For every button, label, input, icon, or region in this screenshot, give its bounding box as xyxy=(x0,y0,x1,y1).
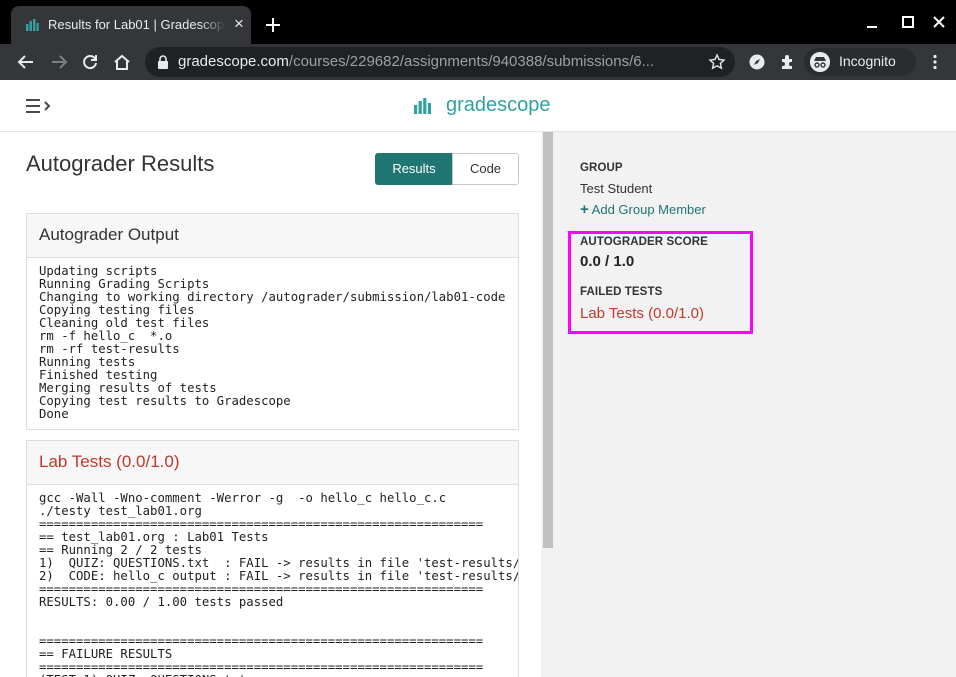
browser-tab[interactable]: Results for Lab01 | Gradescope × xyxy=(11,6,251,44)
gradescope-logo-text[interactable]: gradescope xyxy=(446,94,551,117)
extensions-puzzle-icon[interactable] xyxy=(779,53,797,71)
gradescope-logo-icon[interactable] xyxy=(413,96,433,114)
extension-compass-icon[interactable] xyxy=(748,53,766,71)
submission-sidebar: GROUP Test Student + Add Group Member AU… xyxy=(555,132,956,677)
url-text: gradescope.com/courses/229682/assignment… xyxy=(178,53,698,72)
autograder-output-log: Updating scripts Running Grading Scripts… xyxy=(39,264,506,421)
plus-icon: + xyxy=(580,201,589,218)
autograder-output-title: Autograder Output xyxy=(27,214,518,258)
incognito-badge[interactable]: Incognito xyxy=(804,48,916,76)
main-scrollbar-thumb[interactable] xyxy=(543,132,553,548)
lock-icon[interactable] xyxy=(157,54,169,70)
close-window-icon[interactable] xyxy=(929,12,949,32)
browser-tabstrip: Results for Lab01 | Gradescope × xyxy=(0,0,956,44)
lab-tests-log: gcc -Wall -Wno-comment -Werror -g -o hel… xyxy=(39,491,518,677)
menu-toggle-icon[interactable] xyxy=(25,97,53,115)
incognito-label: Incognito xyxy=(839,53,896,69)
score-highlight-box xyxy=(568,231,753,334)
tab-title: Results for Lab01 | Gradescope xyxy=(48,17,226,32)
group-label: GROUP xyxy=(580,162,623,174)
incognito-icon xyxy=(810,52,830,72)
lab-tests-title: Lab Tests (0.0/1.0) xyxy=(27,441,518,485)
gradescope-favicon-icon xyxy=(26,19,39,31)
new-tab-icon[interactable] xyxy=(262,14,284,36)
main-content: Autograder Results Results Code Autograd… xyxy=(0,132,541,677)
main-scrollbar[interactable] xyxy=(541,132,555,677)
bookmark-star-icon[interactable] xyxy=(708,53,726,71)
page-title: Autograder Results xyxy=(26,151,215,176)
app-header: gradescope xyxy=(0,80,956,132)
group-student-name: Test Student xyxy=(580,181,653,196)
maximize-icon[interactable] xyxy=(898,12,918,32)
close-tab-icon[interactable]: × xyxy=(231,15,247,32)
url-path: /courses/229682/assignments/940388/submi… xyxy=(288,53,655,70)
add-group-member-link[interactable]: + Add Group Member xyxy=(580,201,706,218)
lab-tests-panel: Lab Tests (0.0/1.0) gcc -Wall -Wno-comme… xyxy=(26,440,519,677)
tab-code[interactable]: Code xyxy=(452,153,519,185)
add-group-member-label: Add Group Member xyxy=(591,202,706,217)
minimize-icon[interactable] xyxy=(862,12,882,32)
reload-icon[interactable] xyxy=(80,52,100,72)
browser-toolbar: gradescope.com/courses/229682/assignment… xyxy=(0,44,956,80)
autograder-output-panel: Autograder Output Updating scripts Runni… xyxy=(26,213,519,430)
tab-results[interactable]: Results xyxy=(375,153,453,185)
url-host: gradescope.com xyxy=(178,53,289,70)
home-icon[interactable] xyxy=(112,52,132,72)
back-arrow-icon[interactable] xyxy=(16,52,36,72)
address-bar[interactable]: gradescope.com/courses/229682/assignment… xyxy=(145,47,735,77)
forward-arrow-icon[interactable] xyxy=(49,52,69,72)
browser-menu-icon[interactable] xyxy=(926,53,944,71)
